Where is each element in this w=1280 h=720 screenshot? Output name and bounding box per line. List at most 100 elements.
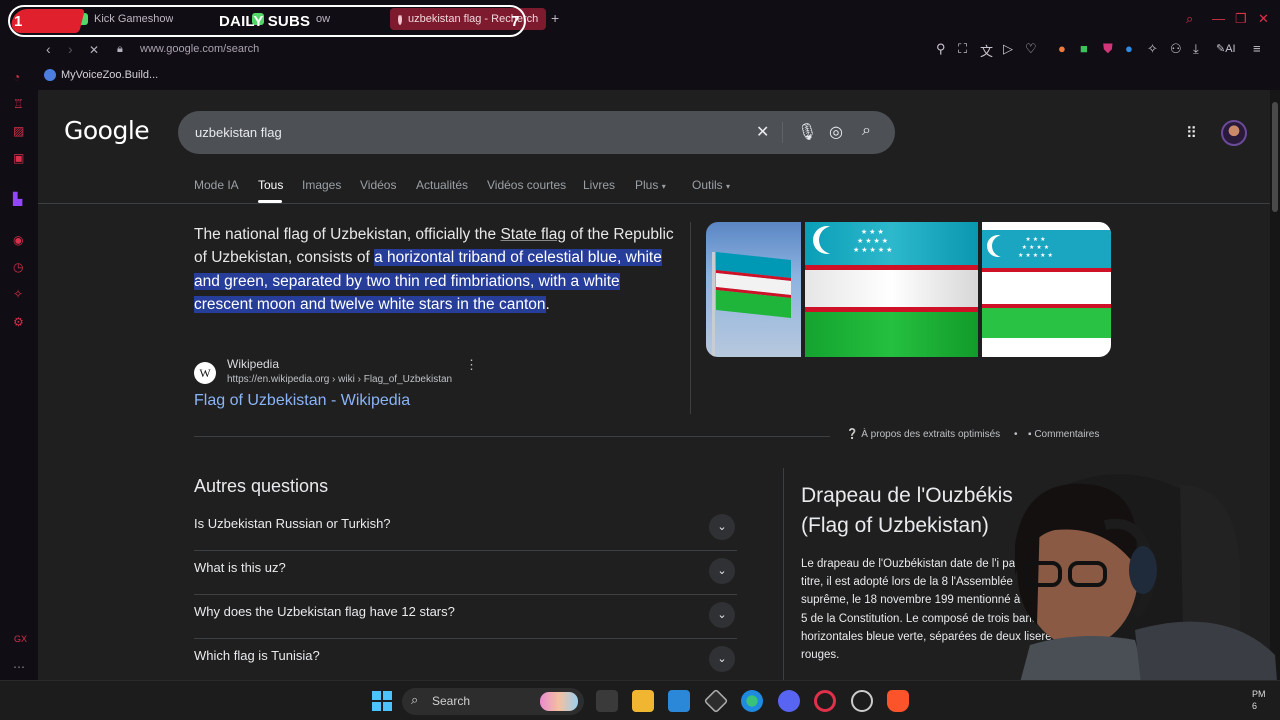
more-options-icon[interactable]: ⋮ bbox=[465, 357, 478, 373]
bookmark-myvoicezoo[interactable]: MyVoiceZoo.Build... bbox=[44, 69, 158, 81]
google-apps-icon[interactable]: ⠿ bbox=[1186, 124, 1197, 142]
search-icon[interactable]: ⌕ bbox=[862, 122, 871, 140]
stop-loading-icon[interactable]: ✕ bbox=[89, 43, 99, 57]
avatar[interactable] bbox=[1221, 120, 1247, 146]
lock-icon[interactable]: 🔒︎ bbox=[117, 43, 123, 56]
chevron-down-icon[interactable]: ⌄ bbox=[709, 602, 735, 628]
system-clock: PM 6 bbox=[1252, 689, 1266, 711]
flag-image-3[interactable]: ★★★ ★★★★ ★★★★★ bbox=[982, 222, 1111, 357]
back-icon[interactable]: ‹ bbox=[46, 41, 51, 57]
tab-livres[interactable]: Livres bbox=[583, 178, 615, 192]
source-url[interactable]: https://en.wikipedia.org › wiki › Flag_o… bbox=[227, 374, 452, 385]
chevron-down-icon[interactable]: ⌄ bbox=[709, 558, 735, 584]
flag-band-green bbox=[982, 308, 1111, 338]
question-row[interactable]: Is Uzbekistan Russian or Turkish? ⌄ bbox=[194, 507, 737, 551]
google-logo[interactable]: Google bbox=[64, 116, 150, 145]
opera-gx-icon[interactable] bbox=[814, 690, 836, 712]
feedback-link[interactable]: ▪ Commentaires bbox=[1028, 429, 1099, 440]
windows-taskbar: ⌕ Search bbox=[0, 680, 1280, 720]
screen: Kick Gameshow ow uzbekistan flag - Reche… bbox=[0, 0, 1280, 720]
feedback-label: Commentaires bbox=[1034, 429, 1100, 440]
aria-ai-button[interactable]: ✎AI bbox=[1216, 42, 1236, 55]
windows-start-icon[interactable] bbox=[371, 690, 393, 712]
flag-image-1[interactable] bbox=[706, 222, 801, 357]
wikipedia-icon[interactable]: W bbox=[194, 362, 216, 384]
close-icon[interactable]: ✕ bbox=[1258, 11, 1269, 27]
chevron-down-icon[interactable]: ⌄ bbox=[709, 646, 735, 672]
extension-shield-icon[interactable]: ⛊ bbox=[1103, 41, 1113, 57]
translate-icon[interactable]: 文 bbox=[980, 41, 993, 60]
task-view-icon[interactable] bbox=[596, 690, 618, 712]
tab-outils[interactable]: Outils ▾ bbox=[692, 178, 730, 192]
tab-actualites[interactable]: Actualités bbox=[416, 178, 468, 192]
extension-orange-icon[interactable]: ● bbox=[1058, 41, 1066, 56]
profile-icon[interactable]: ⚇ bbox=[1170, 41, 1182, 57]
search-input[interactable]: uzbekistan flag bbox=[195, 125, 282, 140]
tab-videos-courtes[interactable]: Vidéos courtes bbox=[487, 178, 566, 192]
extension-green-icon[interactable]: ■ bbox=[1080, 41, 1088, 56]
maximize-icon[interactable]: ❐ bbox=[1235, 11, 1247, 27]
flag-image-2[interactable]: ★★★ ★★★★ ★★★★★ bbox=[805, 222, 978, 357]
gx-control-icon[interactable]: ♖ bbox=[13, 97, 24, 111]
twitch-icon[interactable]: ▙ bbox=[13, 192, 22, 206]
search-highlight-icon bbox=[540, 692, 578, 711]
result-title-link[interactable]: Flag of Uzbekistan - Wikipedia bbox=[194, 392, 410, 410]
divider bbox=[782, 122, 783, 143]
lens-icon[interactable]: ◎ bbox=[829, 122, 843, 142]
history-icon[interactable]: ◷ bbox=[13, 260, 23, 274]
gx-corner-icon[interactable]: ▨ bbox=[13, 124, 24, 138]
tab-mode-ia[interactable]: Mode IA bbox=[194, 178, 239, 192]
menu-icon[interactable]: ≡ bbox=[1253, 41, 1261, 56]
question-row[interactable]: Why does the Uzbekistan flag have 12 sta… bbox=[194, 595, 737, 639]
play-icon[interactable]: ▷ bbox=[1003, 41, 1013, 57]
tab-images[interactable]: Images bbox=[302, 178, 341, 192]
flag-pole bbox=[712, 252, 715, 357]
unity-icon[interactable] bbox=[703, 688, 729, 714]
file-explorer-icon[interactable] bbox=[632, 690, 654, 712]
microsoft-store-icon[interactable] bbox=[668, 690, 690, 712]
question-row[interactable]: Which flag is Tunisia? ⌄ bbox=[194, 639, 737, 683]
mic-icon[interactable]: 🎙︎ bbox=[797, 122, 817, 142]
snapshot-icon[interactable]: ⛶ bbox=[958, 41, 967, 57]
forward-icon[interactable]: › bbox=[68, 41, 73, 57]
flag-band-white bbox=[805, 270, 978, 307]
speed-dial-icon[interactable]: ◔ bbox=[13, 70, 20, 84]
browser-tab-bar: Kick Gameshow ow uzbekistan flag - Reche… bbox=[0, 0, 1280, 38]
heart-icon[interactable]: ♡ bbox=[1025, 41, 1037, 57]
url-field[interactable]: www.google.com/search bbox=[140, 43, 259, 55]
messenger-icon[interactable]: ▣ bbox=[13, 151, 24, 165]
search-tabs-icon[interactable]: ⌕ bbox=[1186, 11, 1193, 27]
about-snippets-link[interactable]: ❔ À propos des extraits optimisés bbox=[846, 429, 1000, 440]
obs-icon[interactable] bbox=[851, 690, 873, 712]
discord-icon[interactable] bbox=[778, 690, 800, 712]
question-text: What is this uz? bbox=[194, 560, 286, 575]
tab-tous[interactable]: Tous bbox=[258, 178, 283, 192]
about-snippets-label: À propos des extraits optimisés bbox=[861, 429, 1001, 440]
settings-icon[interactable]: ⚙ bbox=[13, 315, 24, 329]
tab-videos[interactable]: Vidéos bbox=[360, 178, 396, 192]
chevron-down-icon[interactable]: ⌄ bbox=[709, 514, 735, 540]
download-icon[interactable]: ⤓ bbox=[1193, 41, 1199, 57]
clear-icon[interactable]: ✕ bbox=[756, 122, 769, 142]
extension-blue-icon[interactable]: ● bbox=[1125, 41, 1133, 56]
more-icon[interactable]: ⋯ bbox=[13, 660, 25, 674]
brave-icon[interactable] bbox=[887, 690, 909, 712]
question-row[interactable]: What is this uz? ⌄ bbox=[194, 551, 737, 595]
help-icon: ❔ bbox=[846, 429, 859, 440]
new-tab-button[interactable]: + bbox=[551, 10, 559, 26]
state-flag-link[interactable]: State flag bbox=[500, 226, 566, 243]
scrollbar-thumb[interactable] bbox=[1272, 102, 1278, 212]
extensions-rail-icon[interactable]: ✧ bbox=[13, 287, 23, 301]
stars-icon: ★★★ ★★★★ ★★★★★ bbox=[853, 229, 895, 254]
source-name[interactable]: Wikipedia bbox=[227, 357, 279, 371]
flag-band-white bbox=[982, 272, 1111, 304]
snippet-part: . bbox=[545, 295, 550, 313]
taskbar-search[interactable]: ⌕ Search bbox=[402, 688, 584, 715]
player-icon[interactable]: ◉ bbox=[13, 233, 23, 247]
search-box[interactable]: uzbekistan flag ✕ 🎙︎ ◎ ⌕ bbox=[178, 111, 895, 154]
minimize-icon[interactable]: — bbox=[1212, 11, 1225, 26]
edge-icon[interactable] bbox=[741, 690, 763, 712]
pin-icon[interactable]: ⚲ bbox=[936, 41, 946, 57]
extensions-puzzle-icon[interactable]: ✧ bbox=[1147, 41, 1158, 57]
tab-plus[interactable]: Plus ▾ bbox=[635, 178, 666, 192]
